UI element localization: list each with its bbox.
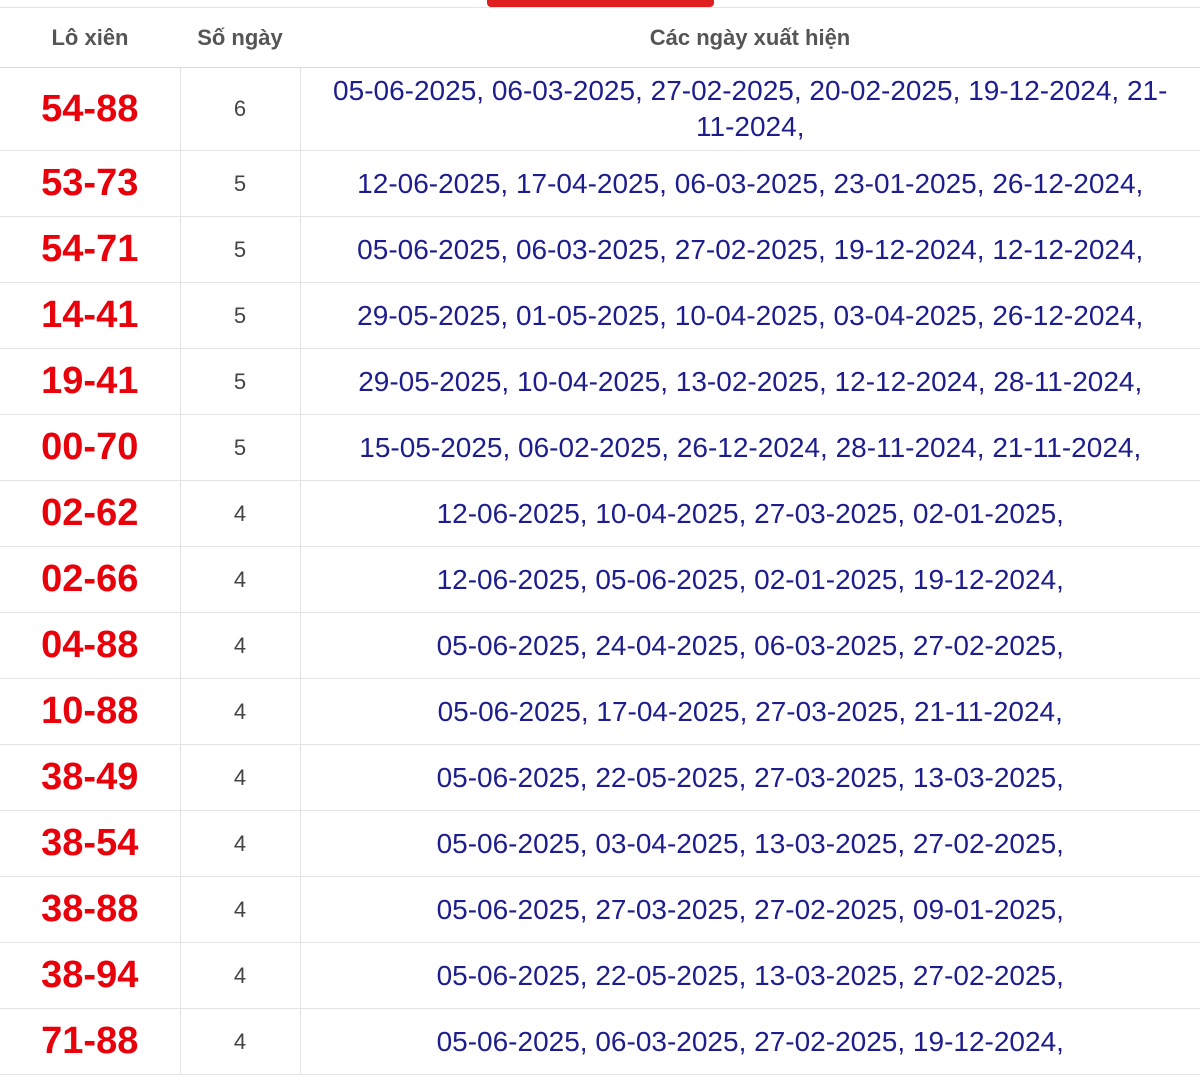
lo-xien-table: Lô xiên Số ngày Các ngày xuất hiện 54-88…: [0, 8, 1200, 1075]
pair-cell: 53-73: [0, 150, 180, 217]
header-cac-ngay-xuat-hien: Các ngày xuất hiện: [300, 8, 1200, 68]
dates-cell: 05-06-2025, 22-05-2025, 13-03-2025, 27-0…: [299, 942, 1200, 1009]
count-cell: 5: [179, 150, 300, 217]
table-row: 02-62 4 12-06-2025, 10-04-2025, 27-03-20…: [0, 480, 1200, 547]
count-cell: 4: [179, 1008, 300, 1075]
pair-cell: 71-88: [0, 1008, 180, 1075]
table-row: 10-88 4 05-06-2025, 17-04-2025, 27-03-20…: [0, 678, 1200, 745]
pair-cell: 02-62: [0, 480, 180, 547]
count-cell: 6: [179, 67, 300, 151]
count-cell: 5: [179, 414, 300, 481]
dates-cell: 05-06-2025, 17-04-2025, 27-03-2025, 21-1…: [299, 678, 1200, 745]
count-cell: 4: [179, 546, 300, 613]
table-row: 71-88 4 05-06-2025, 06-03-2025, 27-02-20…: [0, 1008, 1200, 1075]
header-lo-xien: Lô xiên: [0, 8, 180, 68]
count-cell: 4: [179, 612, 300, 679]
count-cell: 4: [179, 744, 300, 811]
count-cell: 4: [179, 876, 300, 943]
count-cell: 4: [179, 810, 300, 877]
dates-cell: 12-06-2025, 10-04-2025, 27-03-2025, 02-0…: [299, 480, 1200, 547]
dates-cell: 12-06-2025, 17-04-2025, 06-03-2025, 23-0…: [299, 150, 1200, 217]
table-row: 00-70 5 15-05-2025, 06-02-2025, 26-12-20…: [0, 414, 1200, 481]
dates-cell: 05-06-2025, 06-03-2025, 27-02-2025, 19-1…: [299, 1008, 1200, 1075]
count-cell: 4: [179, 942, 300, 1009]
table-row: 02-66 4 12-06-2025, 05-06-2025, 02-01-20…: [0, 546, 1200, 613]
dates-cell: 29-05-2025, 01-05-2025, 10-04-2025, 03-0…: [299, 282, 1200, 349]
table-row: 53-73 5 12-06-2025, 17-04-2025, 06-03-20…: [0, 150, 1200, 217]
pair-cell: 38-88: [0, 876, 180, 943]
pair-cell: 38-54: [0, 810, 180, 877]
dates-cell: 05-06-2025, 06-03-2025, 27-02-2025, 19-1…: [299, 216, 1200, 283]
table-row: 38-54 4 05-06-2025, 03-04-2025, 13-03-20…: [0, 810, 1200, 877]
dates-cell: 05-06-2025, 06-03-2025, 27-02-2025, 20-0…: [299, 67, 1200, 151]
pair-cell: 02-66: [0, 546, 180, 613]
count-cell: 5: [179, 216, 300, 283]
count-cell: 4: [179, 678, 300, 745]
table-row: 38-94 4 05-06-2025, 22-05-2025, 13-03-20…: [0, 942, 1200, 1009]
table-row: 04-88 4 05-06-2025, 24-04-2025, 06-03-20…: [0, 612, 1200, 679]
pair-cell: 19-41: [0, 348, 180, 415]
active-tab-indicator: [487, 0, 714, 7]
count-cell: 5: [179, 282, 300, 349]
dates-cell: 15-05-2025, 06-02-2025, 26-12-2024, 28-1…: [299, 414, 1200, 481]
pair-cell: 14-41: [0, 282, 180, 349]
table-header-row: Lô xiên Số ngày Các ngày xuất hiện: [0, 8, 1200, 68]
table-row: 38-49 4 05-06-2025, 22-05-2025, 27-03-20…: [0, 744, 1200, 811]
table-row: 38-88 4 05-06-2025, 27-03-2025, 27-02-20…: [0, 876, 1200, 943]
dates-cell: 12-06-2025, 05-06-2025, 02-01-2025, 19-1…: [299, 546, 1200, 613]
table-row: 54-88 6 05-06-2025, 06-03-2025, 27-02-20…: [0, 67, 1200, 151]
table-row: 19-41 5 29-05-2025, 10-04-2025, 13-02-20…: [0, 348, 1200, 415]
dates-cell: 29-05-2025, 10-04-2025, 13-02-2025, 12-1…: [299, 348, 1200, 415]
pair-cell: 00-70: [0, 414, 180, 481]
count-cell: 5: [179, 348, 300, 415]
pair-cell: 38-94: [0, 942, 180, 1009]
header-so-ngay: Số ngày: [180, 8, 300, 68]
dates-cell: 05-06-2025, 27-03-2025, 27-02-2025, 09-0…: [299, 876, 1200, 943]
table-row: 54-71 5 05-06-2025, 06-03-2025, 27-02-20…: [0, 216, 1200, 283]
pair-cell: 10-88: [0, 678, 180, 745]
pair-cell: 04-88: [0, 612, 180, 679]
dates-cell: 05-06-2025, 03-04-2025, 13-03-2025, 27-0…: [299, 810, 1200, 877]
dates-cell: 05-06-2025, 24-04-2025, 06-03-2025, 27-0…: [299, 612, 1200, 679]
dates-cell: 05-06-2025, 22-05-2025, 27-03-2025, 13-0…: [299, 744, 1200, 811]
table-row: 14-41 5 29-05-2025, 01-05-2025, 10-04-20…: [0, 282, 1200, 349]
pair-cell: 54-71: [0, 216, 180, 283]
pair-cell: 54-88: [0, 67, 180, 151]
count-cell: 4: [179, 480, 300, 547]
pair-cell: 38-49: [0, 744, 180, 811]
